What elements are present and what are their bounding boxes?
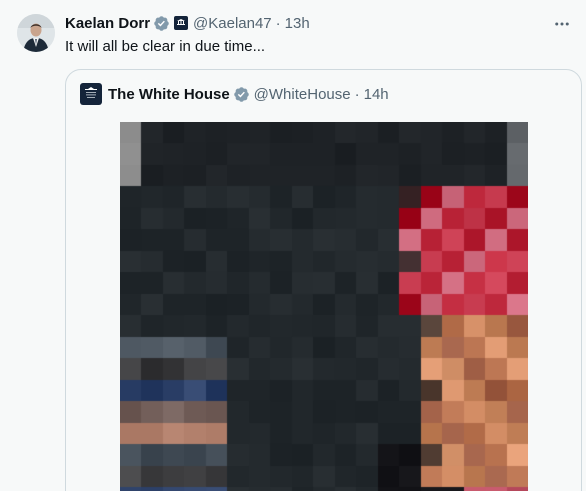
tweet-header: Kaelan Dorr @Kaelan47 · 13h: [65, 12, 310, 34]
quoted-media-image[interactable]: [120, 122, 528, 491]
verified-badge-icon[interactable]: [233, 86, 250, 103]
affiliation-badge-icon[interactable]: [174, 16, 189, 30]
quoted-post-timestamp[interactable]: 14h: [364, 86, 389, 103]
separator-dot: ·: [354, 85, 360, 103]
post-timestamp[interactable]: 13h: [285, 15, 310, 32]
tweet[interactable]: Kaelan Dorr @Kaelan47 · 13h It will all …: [0, 0, 586, 491]
quoted-tweet[interactable]: The White House @WhiteHouse · 14h: [65, 69, 582, 491]
author-name[interactable]: Kaelan Dorr: [65, 15, 150, 32]
more-options-icon[interactable]: [552, 14, 572, 34]
author-handle[interactable]: @Kaelan47: [193, 15, 272, 32]
tweet-text: It will all be clear in due time...: [65, 38, 266, 55]
quoted-author-name[interactable]: The White House: [108, 86, 230, 103]
quoted-author-handle[interactable]: @WhiteHouse: [254, 86, 351, 103]
quoted-author-avatar[interactable]: [80, 83, 102, 105]
separator-dot: ·: [275, 14, 281, 32]
verified-badge-icon[interactable]: [153, 15, 170, 32]
pixelated-image: [120, 122, 528, 491]
author-avatar[interactable]: [17, 14, 55, 52]
white-house-logo-icon: [85, 87, 97, 98]
quoted-tweet-header: The White House @WhiteHouse · 14h: [80, 83, 389, 105]
